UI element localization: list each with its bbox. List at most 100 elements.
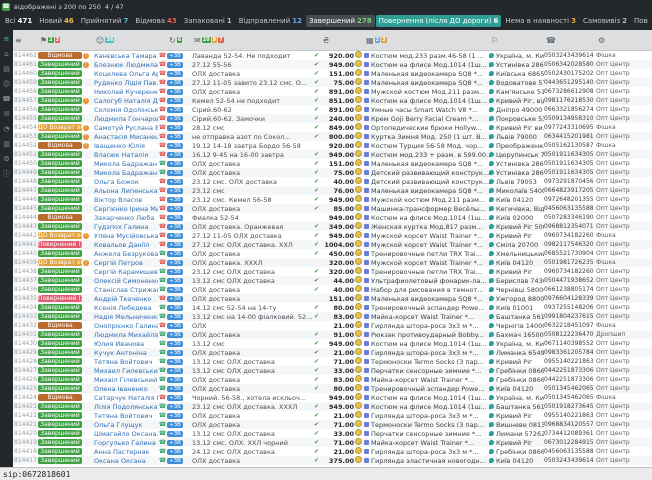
call-phone-icon[interactable]: ☎ xyxy=(158,268,167,275)
call-phone-icon[interactable]: ☎ xyxy=(158,115,167,122)
table-row[interactable]: 814432 Відмова ! Онопрієнко Галина В... … xyxy=(13,321,652,330)
call-phone-icon[interactable]: ☎ xyxy=(158,124,167,131)
call-phone-icon[interactable]: ☎ xyxy=(158,214,167,221)
table-row[interactable]: 814427 Завершений ! Михаил Гилевський ☎ … xyxy=(13,366,652,375)
call-phone-icon[interactable]: ☎ xyxy=(158,412,167,419)
callback-badge[interactable]: +ЗВ xyxy=(167,377,183,383)
table-row[interactable]: 814459 Завершений ! Руденко Лідія Пав...… xyxy=(13,78,652,87)
callback-badge[interactable]: +ЗВ xyxy=(167,449,183,455)
table-row[interactable]: 814446 Завершений ! Віктор Власов ☎ +ЗВ … xyxy=(13,195,652,204)
call-phone-icon[interactable]: ☎ xyxy=(158,385,167,392)
filter-tab[interactable]: Відмова43 xyxy=(132,15,179,27)
callback-badge[interactable]: +ЗВ xyxy=(167,98,183,104)
customer-name-link[interactable]: Микола Бадражан xyxy=(94,169,158,177)
customer-name-link[interactable]: Власюк Наталія xyxy=(94,151,158,159)
call-phone-icon[interactable]: ☎ xyxy=(158,169,167,176)
customer-name-link[interactable]: Тетяна Войтович xyxy=(94,412,158,420)
call-phone-icon[interactable]: ☎ xyxy=(158,376,167,383)
call-phone-icon[interactable]: ☎ xyxy=(158,223,167,230)
call-phone-icon[interactable]: ☎ xyxy=(158,160,167,167)
customer-name-link[interactable]: Микола Бадражан xyxy=(94,160,158,168)
filter-tab[interactable]: Прийнятий7 xyxy=(78,15,132,27)
callback-badge[interactable]: +ЗВ xyxy=(167,422,183,428)
call-phone-icon[interactable]: ☎ xyxy=(158,304,167,311)
call-phone-icon[interactable]: ☎ xyxy=(158,421,167,428)
customer-name-link[interactable]: Ксенія Лебедева xyxy=(94,304,158,312)
table-row[interactable]: 814445 Завершений ! Сергієнко Ірина Ми..… xyxy=(13,204,652,213)
customer-name-link[interactable]: Альона Липенська xyxy=(94,187,158,195)
call-phone-icon[interactable]: ☎ xyxy=(158,394,167,401)
table-row[interactable]: 814422 Завершений ! Тетяна Войтович ☎ +З… xyxy=(13,411,652,420)
call-phone-icon[interactable]: ☎ xyxy=(158,70,167,77)
call-phone-icon[interactable]: ☎ xyxy=(158,151,167,158)
customer-name-link[interactable]: Олексій Симоненко xyxy=(94,277,158,285)
callback-badge[interactable]: +ЗВ xyxy=(167,116,183,122)
customer-name-link[interactable]: Юлия Иванова xyxy=(94,340,158,348)
mail-icon[interactable]: ✉ xyxy=(4,110,10,118)
table-row[interactable]: 814436 Завершений ! Станіслав Стрижак ☎ … xyxy=(13,285,652,294)
filter-tab[interactable]: Повернення (після ДО дороги)6 xyxy=(376,15,502,27)
table-row[interactable]: 814420 Завершений ! Шмагайло Оксана... ☎… xyxy=(13,429,652,438)
callback-badge[interactable]: +ЗВ xyxy=(167,368,183,374)
call-phone-icon[interactable]: ☎ xyxy=(158,439,167,446)
callback-badge[interactable]: +ЗВ xyxy=(167,53,183,59)
customer-name-link[interactable]: Блезнюк Людмила Б... xyxy=(94,61,158,69)
table-row[interactable]: 814449 Завершений ! Микола Бадражан ☎ +З… xyxy=(13,168,652,177)
customer-name-link[interactable]: Сергій Петров xyxy=(94,259,158,267)
call-phone-icon[interactable]: ☎ xyxy=(158,52,167,59)
table-row[interactable]: 814417 Завершений ! Оксана Оксана ☎ +ЗВ … xyxy=(13,456,652,465)
select-column[interactable]: ≡ xyxy=(13,36,38,45)
customer-name-link[interactable]: Канєвська Тамара xyxy=(94,52,158,60)
call-phone-icon[interactable]: ☎ xyxy=(158,178,167,185)
total-column[interactable]: ₴ xyxy=(321,36,355,45)
contacts-icon[interactable]: ☺ xyxy=(3,80,10,88)
call-phone-icon[interactable]: ☎ xyxy=(158,61,167,68)
customer-name-link[interactable]: Оксана Оксана xyxy=(94,457,158,465)
callback-badge[interactable]: +ЗВ xyxy=(167,206,183,212)
customer-name-link[interactable]: Михаіл Гілевський xyxy=(94,376,158,384)
callback-badge[interactable]: +ЗВ xyxy=(167,125,183,131)
call-phone-icon[interactable]: ☎ xyxy=(158,97,167,104)
info-icon[interactable]: ⓘ xyxy=(3,170,10,178)
callback-badge[interactable]: +ЗВ xyxy=(167,251,183,257)
customer-name-link[interactable]: Людмила Михайлів... xyxy=(94,331,158,339)
call-phone-icon[interactable]: ☎ xyxy=(158,133,167,140)
callback-badge[interactable]: +ЗВ xyxy=(167,233,183,239)
table-row[interactable]: 814424 Відмова ! Сатарчук Наталія Б... ☎… xyxy=(13,393,652,402)
call-phone-icon[interactable]: ☎ xyxy=(158,232,167,239)
home-icon[interactable]: ⌂ xyxy=(4,50,8,58)
callback-badge[interactable]: +ЗВ xyxy=(167,143,183,149)
call-phone-icon[interactable]: ☎ xyxy=(158,322,167,329)
customer-name-link[interactable]: Соломія Одолінська xyxy=(94,106,158,114)
callback-badge[interactable]: +ЗВ xyxy=(167,71,183,77)
customer-name-link[interactable]: Коцелева Ольга Ар... xyxy=(94,70,158,78)
table-row[interactable]: 814456 Завершений ! Соломія Одолінська ☎… xyxy=(13,105,652,114)
callback-badge[interactable]: +ЗВ xyxy=(167,395,183,401)
filter-tab[interactable]: Новий46 xyxy=(36,15,77,27)
callback-badge[interactable]: +ЗВ xyxy=(167,260,183,266)
customer-name-link[interactable]: Анна Пастернак xyxy=(94,448,158,456)
call-phone-icon[interactable]: ☎ xyxy=(158,340,167,347)
call-phone-icon[interactable]: ☎ xyxy=(158,457,167,464)
customer-name-link[interactable]: Самотуй Руслана Во... xyxy=(94,124,158,132)
call-phone-icon[interactable]: ☎ xyxy=(158,142,167,149)
settings-column[interactable]: ⚙ xyxy=(596,36,652,45)
callback-badge[interactable]: +ЗВ xyxy=(167,386,183,392)
callback-badge[interactable]: +ЗВ xyxy=(167,314,183,320)
filter-tab[interactable]: Самовивіз2 xyxy=(580,15,630,27)
table-row[interactable]: 814430 Завершений ! Юлия Иванова ☎ +ЗВ 1… xyxy=(13,339,652,348)
products-column[interactable]: ▦23 xyxy=(364,36,489,45)
callback-badge[interactable]: +ЗВ xyxy=(167,269,183,275)
callback-badge[interactable]: +ЗВ xyxy=(167,350,183,356)
call-phone-icon[interactable]: ☎ xyxy=(158,286,167,293)
table-row[interactable]: 814462 Відмова ! Канєвська Тамара ☎ +ЗВ … xyxy=(13,51,652,60)
callback-badge[interactable]: +ЗВ xyxy=(167,431,183,437)
table-row[interactable]: 814442 ДО Возврат ок. ! Уляна Мусійовськ… xyxy=(13,231,652,240)
table-row[interactable]: 814447 Завершений ! Альона Липенська ☎ +… xyxy=(13,186,652,195)
customer-name-link[interactable]: Андрій Ткаченко xyxy=(94,295,158,303)
callback-badge[interactable]: +ЗВ xyxy=(167,341,183,347)
call-phone-icon[interactable]: ☎ xyxy=(158,259,167,266)
stats-icon[interactable]: ▥ xyxy=(3,140,10,148)
status-column[interactable]: ⚑23 xyxy=(38,36,94,45)
callback-badge[interactable]: +ЗВ xyxy=(167,287,183,293)
